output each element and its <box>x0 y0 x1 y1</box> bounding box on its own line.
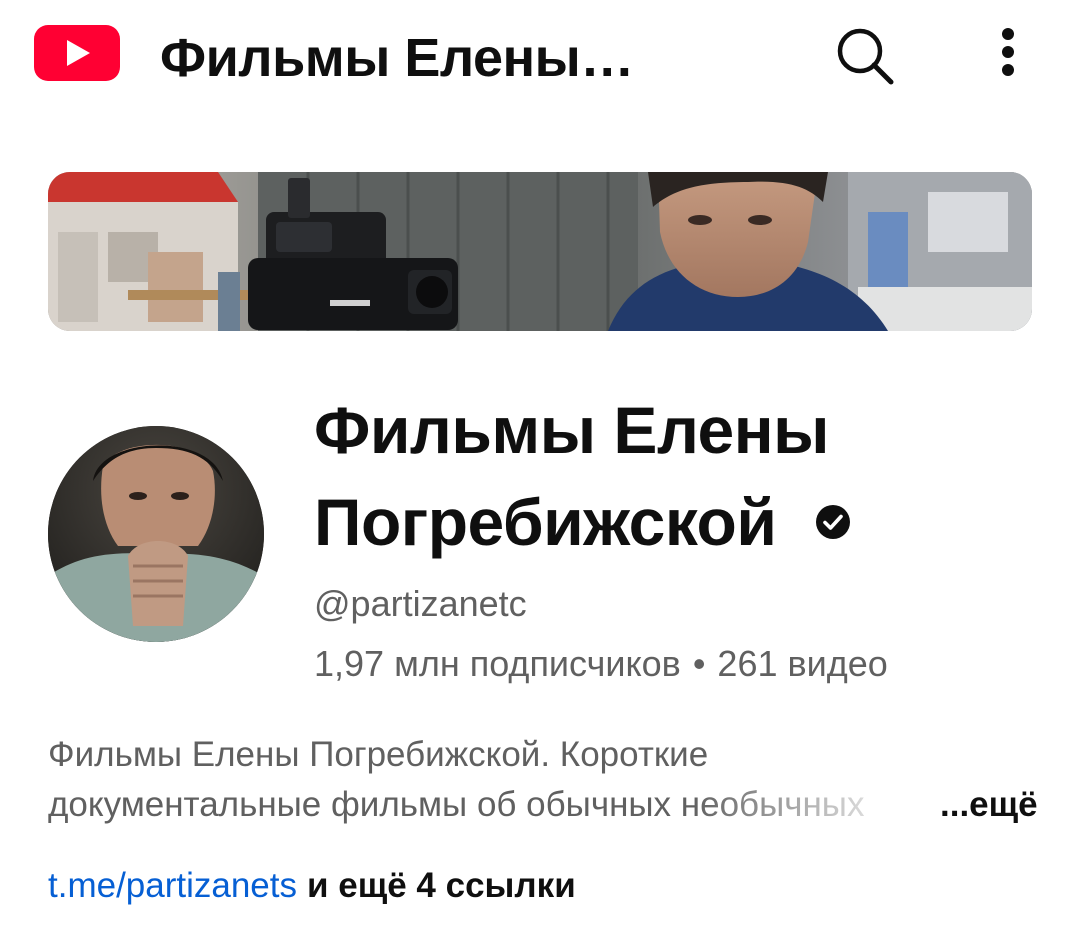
channel-banner <box>48 172 1032 331</box>
channel-name-line-1: Фильмы Елены <box>314 393 829 467</box>
description-line-1: Фильмы Елены Погребижской. Короткие <box>48 735 709 774</box>
primary-link[interactable]: t.me/partizanets <box>48 866 297 905</box>
description-more-button[interactable]: ...ещё <box>940 780 1038 830</box>
channel-name: Фильмы Елены Погребижской <box>314 384 1034 568</box>
verified-check-icon <box>816 504 851 539</box>
search-icon[interactable] <box>828 20 900 92</box>
channel-stats: 1,97 млн подписчиков • 261 видео <box>314 642 888 686</box>
subscriber-count: 1,97 млн подписчиков <box>314 643 681 684</box>
channel-name-line-2-row: Погребижской <box>314 476 1034 568</box>
channel-name-line-2: Погребижской <box>314 485 777 559</box>
more-links-button[interactable]: и ещё 4 ссылки <box>307 866 576 905</box>
channel-links: t.me/partizanets и ещё 4 ссылки <box>48 862 576 910</box>
video-count: 261 видео <box>717 643 888 684</box>
top-app-bar: Фильмы Елены… <box>0 0 1080 110</box>
topbar-channel-title: Фильмы Елены… <box>160 28 634 88</box>
more-vert-icon[interactable] <box>980 20 1036 92</box>
channel-description[interactable]: Фильмы Елены Погребижской. Короткие доку… <box>48 730 918 830</box>
channel-handle: @partizanetc <box>314 583 527 624</box>
avatar-image <box>48 426 264 642</box>
banner-image <box>48 172 1032 331</box>
description-line-2: документальные фильмы об обычных необычн… <box>48 785 865 824</box>
channel-page: Фильмы Елены… Фильмы Елены Погребижской … <box>0 0 1080 932</box>
channel-avatar[interactable] <box>48 426 264 642</box>
youtube-logo-icon[interactable] <box>34 25 120 81</box>
stats-separator: • <box>692 643 706 684</box>
